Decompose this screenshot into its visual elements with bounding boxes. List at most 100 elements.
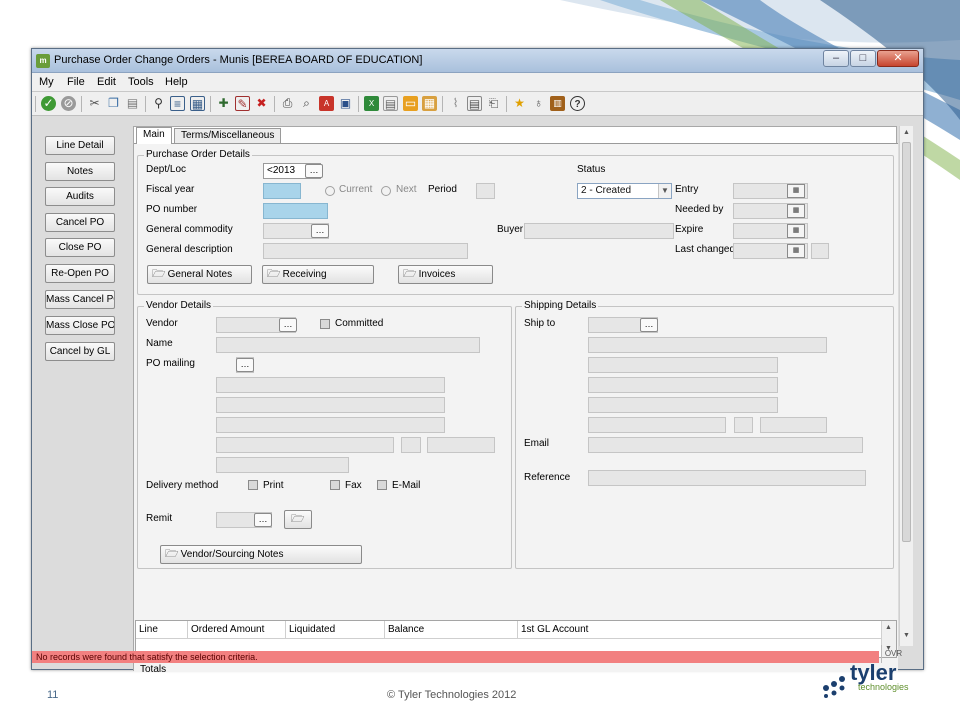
fiscal-year-field[interactable] bbox=[263, 183, 301, 199]
close-po-button[interactable]: Close PO bbox=[45, 238, 115, 257]
scroll-down-icon[interactable]: ▼ bbox=[903, 632, 910, 639]
po-number-field[interactable] bbox=[263, 203, 328, 219]
grid-col-liquidated[interactable]: Liquidated bbox=[286, 621, 385, 639]
current-radio[interactable] bbox=[325, 186, 335, 196]
ship-to-address-line-3[interactable] bbox=[588, 397, 778, 413]
menu-edit[interactable]: Edit bbox=[97, 76, 116, 88]
tip-icon[interactable]: ♁ bbox=[531, 96, 546, 111]
pdf-icon[interactable]: A bbox=[319, 96, 334, 111]
period-field[interactable] bbox=[476, 183, 495, 199]
vendor-name-field[interactable] bbox=[216, 337, 480, 353]
last-changed-time-field[interactable] bbox=[811, 243, 829, 259]
favorite-icon[interactable]: ★ bbox=[512, 96, 527, 111]
save-icon[interactable]: ▣ bbox=[338, 96, 353, 111]
copy-icon[interactable]: ❐ bbox=[106, 96, 121, 111]
ship-to-address-line-1[interactable] bbox=[588, 357, 778, 373]
mass-close-po-button[interactable]: Mass Close PO bbox=[45, 316, 115, 335]
main-scrollbar[interactable]: ▲ ▼ bbox=[899, 126, 913, 646]
search-icon[interactable]: ⚲ bbox=[151, 96, 166, 111]
committed-checkbox[interactable] bbox=[320, 319, 330, 329]
grid-col-ordered-amount[interactable]: Ordered Amount bbox=[188, 621, 286, 639]
ship-to-state-field[interactable] bbox=[734, 417, 753, 433]
dept-loc-lookup-button[interactable]: … bbox=[305, 164, 323, 178]
notes-button[interactable]: Notes bbox=[45, 162, 115, 181]
remit-lookup-button[interactable]: … bbox=[254, 513, 272, 527]
menu-my[interactable]: My bbox=[39, 76, 54, 88]
expire-calendar-icon[interactable]: ▦ bbox=[787, 224, 805, 238]
book-icon[interactable]: ▥ bbox=[550, 96, 565, 111]
print-checkbox[interactable] bbox=[248, 480, 258, 490]
print-icon[interactable]: ⎙ bbox=[280, 96, 295, 111]
mailing-city-field[interactable] bbox=[216, 437, 394, 453]
general-notes-button[interactable]: 🗁 General Notes bbox=[147, 265, 252, 284]
mailing-extra-field[interactable] bbox=[216, 457, 349, 473]
general-description-field[interactable] bbox=[263, 243, 468, 259]
reference-field[interactable] bbox=[588, 470, 866, 486]
receiving-button[interactable]: 🗁 Receiving bbox=[262, 265, 374, 284]
mailing-address-line-3[interactable] bbox=[216, 417, 445, 433]
scroll-thumb[interactable] bbox=[902, 142, 911, 542]
mass-cancel-po-button[interactable]: Mass Cancel PO bbox=[45, 290, 115, 309]
vendor-lookup-button[interactable]: … bbox=[279, 318, 297, 332]
close-button[interactable]: ✕ bbox=[877, 50, 919, 67]
fax-checkbox[interactable] bbox=[330, 480, 340, 490]
clip-icon[interactable]: ⌇ bbox=[448, 96, 463, 111]
update-icon[interactable]: ✎ bbox=[235, 96, 250, 111]
menu-tools[interactable]: Tools bbox=[128, 76, 154, 88]
mailing-zip-field[interactable] bbox=[427, 437, 495, 453]
browse-icon[interactable]: ≡ bbox=[170, 96, 185, 111]
tab-main[interactable]: Main bbox=[136, 127, 172, 144]
last-changed-calendar-icon[interactable]: ▦ bbox=[787, 244, 805, 258]
cut-icon[interactable]: ✂ bbox=[87, 96, 102, 111]
ship-to-address-line-2[interactable] bbox=[588, 377, 778, 393]
minimize-button[interactable]: – bbox=[823, 50, 849, 67]
preview-icon[interactable]: ⌕ bbox=[299, 96, 314, 111]
delete-icon[interactable]: ✖ bbox=[254, 96, 269, 111]
mailing-address-line-2[interactable] bbox=[216, 397, 445, 413]
menu-help[interactable]: Help bbox=[165, 76, 188, 88]
accept-icon[interactable]: ✓ bbox=[41, 96, 56, 111]
scroll-up-icon[interactable]: ▲ bbox=[903, 129, 910, 136]
invoices-button[interactable]: 🗁 Invoices bbox=[398, 265, 493, 284]
ship-email-field[interactable] bbox=[588, 437, 863, 453]
audits-button[interactable]: Audits bbox=[45, 187, 115, 206]
output-icon[interactable]: ▭ bbox=[403, 96, 418, 111]
attach-icon[interactable]: ▦ bbox=[422, 96, 437, 111]
cancel-by-gl-button[interactable]: Cancel by GL bbox=[45, 342, 115, 361]
line-detail-button[interactable]: Line Detail bbox=[45, 136, 115, 155]
cancel-icon[interactable]: ⊘ bbox=[61, 96, 76, 111]
notes-icon[interactable]: ▤ bbox=[467, 96, 482, 111]
excel-icon[interactable]: X bbox=[364, 96, 379, 111]
mailing-address-line-1[interactable] bbox=[216, 377, 445, 393]
tab-terms-miscellaneous[interactable]: Terms/Miscellaneous bbox=[174, 128, 282, 144]
maximize-button[interactable]: □ bbox=[850, 50, 876, 67]
next-radio[interactable] bbox=[381, 186, 391, 196]
ship-to-lookup-button[interactable]: … bbox=[640, 318, 658, 332]
needed-by-calendar-icon[interactable]: ▦ bbox=[787, 204, 805, 218]
entry-calendar-icon[interactable]: ▦ bbox=[787, 184, 805, 198]
ship-to-zip-field[interactable] bbox=[760, 417, 827, 433]
mailing-state-field[interactable] bbox=[401, 437, 421, 453]
reopen-po-button[interactable]: Re-Open PO bbox=[45, 264, 115, 283]
ship-to-name-field[interactable] bbox=[588, 337, 827, 353]
scan-icon[interactable]: ⎗ bbox=[486, 96, 501, 111]
grid-col-balance[interactable]: Balance bbox=[385, 621, 518, 639]
list-icon[interactable]: ▦ bbox=[190, 96, 205, 111]
paste-icon[interactable]: ▤ bbox=[125, 96, 140, 111]
word-icon[interactable]: ▤ bbox=[383, 96, 398, 111]
po-mailing-lookup-button[interactable]: … bbox=[236, 358, 254, 372]
buyer-field[interactable] bbox=[524, 223, 674, 239]
general-commodity-lookup-button[interactable]: … bbox=[311, 224, 329, 238]
ship-to-city-field[interactable] bbox=[588, 417, 726, 433]
status-select[interactable]: 2 - Created ▼ bbox=[577, 183, 672, 199]
vendor-sourcing-notes-button[interactable]: 🗁 Vendor/Sourcing Notes bbox=[160, 545, 362, 564]
help-icon[interactable]: ? bbox=[570, 96, 585, 111]
grid-col-first-gl-account[interactable]: 1st GL Account bbox=[518, 621, 881, 639]
scroll-up-icon[interactable]: ▲ bbox=[885, 624, 892, 631]
cancel-po-button[interactable]: Cancel PO bbox=[45, 213, 115, 232]
menu-file[interactable]: File bbox=[67, 76, 85, 88]
grid-col-line[interactable]: Line bbox=[136, 621, 188, 639]
remit-folder-button[interactable]: 🗁 bbox=[284, 510, 312, 529]
add-icon[interactable]: ✚ bbox=[216, 96, 231, 111]
email-checkbox[interactable] bbox=[377, 480, 387, 490]
